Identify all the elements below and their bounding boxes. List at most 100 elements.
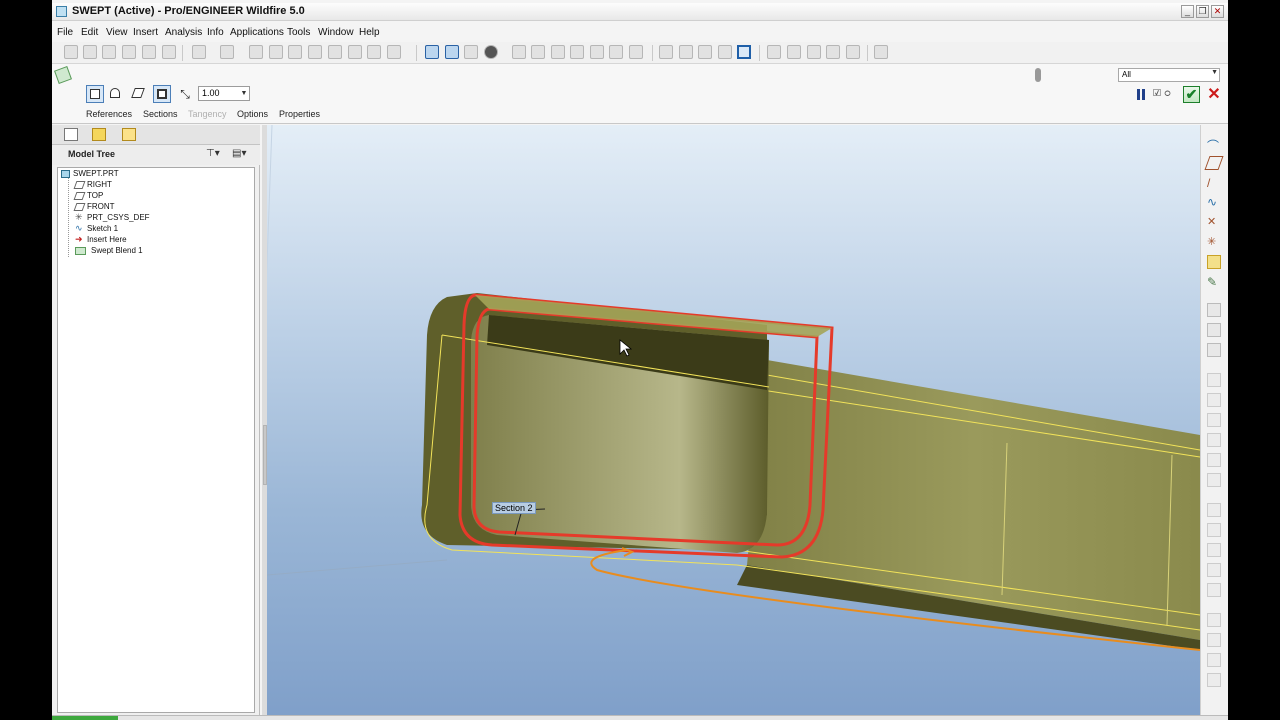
spin-center-icon[interactable] [445, 45, 459, 59]
right-feature-toolbar: ⌒ / ∿ ✕ ✳ ✎ [1200, 125, 1228, 720]
saved-views-icon[interactable] [590, 45, 604, 59]
draft-icon [1207, 433, 1221, 447]
tree-item-label: Swept Blend 1 [91, 246, 143, 255]
extrude-icon [1207, 303, 1221, 317]
analysis-feature-icon[interactable] [1207, 255, 1221, 269]
copy-icon[interactable] [269, 45, 283, 59]
datum-axes-toggle-icon[interactable] [787, 45, 801, 59]
pause-icon[interactable] [1137, 89, 1146, 100]
selection-filter-select[interactable]: All ▼ [1118, 68, 1220, 82]
redo-icon[interactable] [220, 45, 234, 59]
context-help-icon[interactable] [874, 45, 888, 59]
favorites-tab-icon[interactable] [122, 128, 136, 141]
undo-icon[interactable] [192, 45, 206, 59]
apply-ok-button[interactable]: ✔ [1183, 86, 1200, 103]
menu-window[interactable]: Window [318, 27, 354, 38]
cancel-x-button[interactable]: ✕ [1206, 86, 1222, 103]
menu-view[interactable]: View [106, 27, 128, 38]
solid-type-button[interactable] [86, 85, 104, 103]
restore-button[interactable]: ❐ [1196, 5, 1209, 18]
menu-info[interactable]: Info [207, 27, 224, 38]
appearance-gallery-icon[interactable] [484, 45, 498, 59]
tree-item-label: Sketch 1 [87, 224, 119, 233]
pen-tool-icon[interactable]: ✎ [1207, 275, 1221, 289]
zoom-in-icon[interactable] [512, 45, 526, 59]
zoom-out-icon[interactable] [531, 45, 545, 59]
chevron-down-icon: ▼ [1211, 69, 1218, 76]
model-tree-tab-icon[interactable] [64, 128, 78, 141]
tab-tangency: Tangency [188, 109, 227, 119]
thermometer-icon [1035, 68, 1041, 82]
open-file-icon[interactable] [83, 45, 97, 59]
datum-planes-toggle-icon[interactable] [767, 45, 781, 59]
flip-direction-icon[interactable]: ⤡ [176, 85, 194, 103]
graphics-window[interactable]: Section 2 [267, 125, 1200, 720]
menu-applications[interactable]: Applications [230, 27, 284, 38]
tree-item-label: FRONT [87, 202, 115, 211]
paste-icon[interactable] [288, 45, 302, 59]
remove-material-icon[interactable] [130, 85, 148, 103]
no-hidden-icon[interactable] [698, 45, 712, 59]
sketch-tool-icon[interactable]: ⌒ [1207, 137, 1221, 153]
datum-curve-tool-icon[interactable]: ∿ [1207, 195, 1221, 209]
send-attachment-icon[interactable] [162, 45, 176, 59]
new-file-icon[interactable] [64, 45, 78, 59]
save-icon[interactable] [102, 45, 116, 59]
coordinate-systems-toggle-icon[interactable] [826, 45, 840, 59]
verify-preview-icon[interactable]: ☑ ഠ [1153, 88, 1170, 99]
menu-tools[interactable]: Tools [287, 27, 310, 38]
toolbar-separator [416, 45, 417, 61]
model-tree-panel: SWEPT.PRT RIGHT TOP FRONT ✳ PRT_CSYS_DEF… [57, 167, 255, 713]
tab-references[interactable]: References [86, 109, 132, 119]
regen-manager-icon[interactable] [348, 45, 362, 59]
close-button[interactable]: ✕ [1211, 5, 1224, 18]
annotations-toggle-icon[interactable] [846, 45, 860, 59]
tab-sections[interactable]: Sections [143, 109, 178, 119]
shading-icon[interactable] [718, 45, 732, 59]
settings-dropdown-icon[interactable]: ⊤▾ [206, 148, 220, 161]
chevron-down-icon[interactable]: ▼ [239, 87, 249, 100]
show-dropdown-icon[interactable]: ▤▾ [232, 148, 246, 161]
tree-item-label: RIGHT [87, 180, 112, 189]
tab-options[interactable]: Options [237, 109, 268, 119]
print-icon[interactable] [122, 45, 136, 59]
hidden-line-icon[interactable] [679, 45, 693, 59]
paste-special-icon[interactable] [308, 45, 322, 59]
wireframe-icon[interactable] [659, 45, 673, 59]
datum-plane-icon [73, 181, 86, 189]
enhanced-realism-icon[interactable] [737, 45, 751, 59]
repaint-icon[interactable] [425, 45, 439, 59]
datum-point-tool-icon[interactable]: ✕ [1207, 215, 1221, 229]
find-icon[interactable] [367, 45, 381, 59]
swept-blend-dashboard: ⤡ 1.00 ▼ References Sections Tangency Op… [52, 64, 1228, 124]
tree-item-label: TOP [87, 191, 104, 200]
minimize-button[interactable]: _ [1181, 5, 1194, 18]
menu-help[interactable]: Help [359, 27, 380, 38]
menu-insert[interactable]: Insert [133, 27, 158, 38]
datum-plane-tool-icon[interactable] [1204, 156, 1224, 170]
send-mail-icon[interactable] [142, 45, 156, 59]
insert-arrow-icon: ➜ [75, 234, 83, 244]
view-manager-icon[interactable] [629, 45, 643, 59]
datum-points-toggle-icon[interactable] [807, 45, 821, 59]
menu-edit[interactable]: Edit [81, 27, 98, 38]
section-2-label[interactable]: Section 2 [492, 502, 536, 514]
variable-section-sweep-icon [1207, 343, 1221, 357]
selection-box-icon[interactable] [387, 45, 401, 59]
datum-axis-tool-icon[interactable]: / [1207, 176, 1221, 190]
refit-icon[interactable] [551, 45, 565, 59]
surface-type-icon[interactable] [107, 85, 125, 103]
menu-analysis[interactable]: Analysis [165, 27, 202, 38]
thicken-icon[interactable] [153, 85, 171, 103]
filter-value: All [1122, 70, 1131, 79]
folder-browser-tab-icon[interactable] [92, 128, 106, 141]
orient-mode-icon[interactable] [464, 45, 478, 59]
cut-icon[interactable] [249, 45, 263, 59]
status-ok-indicator [52, 716, 118, 720]
csys-tool-icon[interactable]: ✳ [1207, 235, 1221, 249]
layers-icon[interactable] [609, 45, 623, 59]
tab-properties[interactable]: Properties [279, 109, 320, 119]
regenerate-icon[interactable] [328, 45, 342, 59]
reorient-icon[interactable] [570, 45, 584, 59]
menu-file[interactable]: File [57, 27, 73, 38]
